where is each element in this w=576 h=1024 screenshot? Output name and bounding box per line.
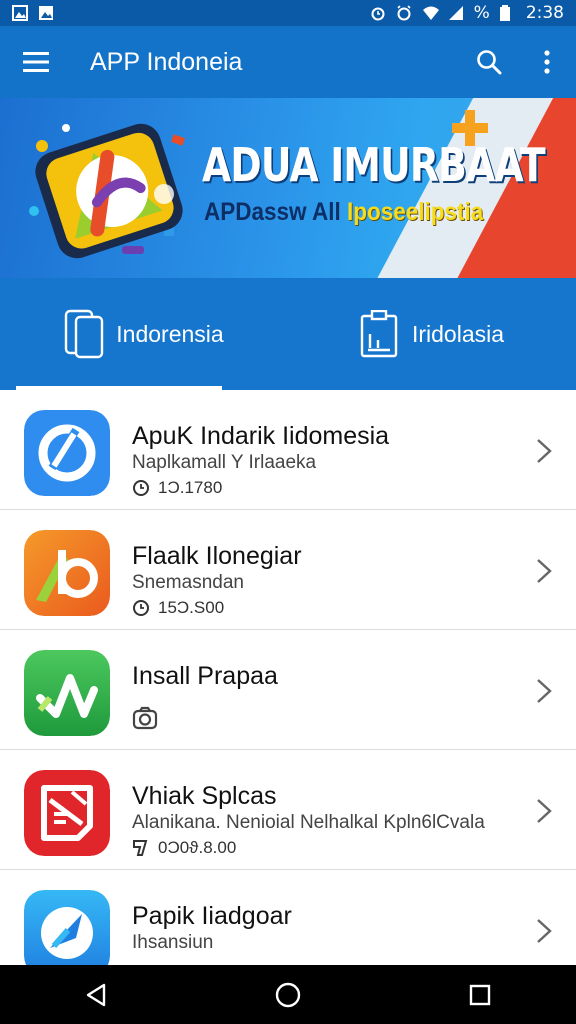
app-name: Papik Iiadgoar: [132, 902, 292, 930]
camera-icon: [132, 706, 158, 730]
app-name: Vhiak Splcas: [132, 782, 277, 810]
chevron-right-icon: [537, 799, 552, 823]
app-name: Flaalk Ilonegiar: [132, 542, 302, 570]
tag-icon: [133, 840, 148, 856]
app-meta-value: 1Ɔ.1780: [158, 478, 223, 497]
app-meta: 0Ɔ0ϑ.8.00: [132, 838, 236, 858]
battery-icon: [499, 5, 516, 21]
tab-iridolasia[interactable]: Iridolasia: [288, 278, 576, 390]
phone-tab-icon: [65, 309, 104, 359]
more-vert-icon: [544, 50, 550, 74]
clock-icon: [133, 480, 149, 496]
image-notification-icon: [38, 5, 54, 21]
recents-square-icon: [469, 984, 491, 1005]
system-nav-bar: [0, 965, 576, 1024]
list-item-app-5[interactable]: Papik Iiadgoar Ihsansiun: [0, 870, 576, 965]
wifi-icon: [422, 5, 439, 21]
menu-button[interactable]: [0, 26, 72, 98]
back-triangle-icon: [86, 983, 106, 1006]
chevron-right-icon: [537, 919, 552, 943]
app-logo-icon: [24, 650, 110, 736]
list-item-app-2[interactable]: Flaalk Ilonegiar Snemasndan 15Ɔ.S00: [0, 510, 576, 630]
banner-plus-icon: [452, 110, 488, 146]
chevron-right-icon: [537, 439, 552, 463]
app-title: APP Indoneia: [90, 47, 243, 76]
banner-headline: ADUA IMURBAAT: [202, 138, 546, 192]
app-meta: 15Ɔ.S00: [132, 598, 224, 618]
signal-icon: [448, 5, 464, 21]
app-subtitle: Snemasndan: [132, 572, 244, 593]
list-item-app-3[interactable]: Insall Prapaa: [0, 630, 576, 750]
home-button[interactable]: [258, 965, 318, 1024]
status-bar: % 2:38: [0, 0, 576, 26]
hamburger-icon: [23, 52, 49, 72]
app-logo-icon: [24, 530, 110, 616]
banner-logo-illustration: [29, 123, 186, 259]
tab-label-indorensia: Indorensia: [116, 320, 224, 347]
app-name: Insall Prapaa: [132, 662, 278, 690]
search-icon: [477, 50, 502, 75]
overflow-menu-button[interactable]: [518, 26, 576, 98]
promo-banner[interactable]: ADUA IMURBAAT APDassw All Iposeelipstia: [0, 98, 576, 278]
app-logo-icon: [24, 890, 110, 965]
tab-label-iridolasia: Iridolasia: [411, 320, 505, 347]
chevron-right-icon: [537, 559, 552, 583]
app-subtitle: Ihsansiun: [132, 932, 214, 953]
app-logo-icon: [24, 410, 110, 496]
tab-bar: Indorensia Iridolasia: [0, 278, 576, 390]
recents-button[interactable]: [450, 965, 510, 1024]
chevron-right-icon: [537, 679, 552, 703]
back-button[interactable]: [66, 965, 126, 1024]
app-logo-icon: [24, 770, 110, 856]
search-button[interactable]: [460, 26, 518, 98]
clock-icon: [133, 600, 149, 616]
gallery-notification-icon: [12, 5, 28, 21]
banner-subline-part1: APDassw All: [204, 198, 347, 226]
tab-indorensia[interactable]: Indorensia: [0, 278, 288, 390]
list-item-app-4[interactable]: Vhiak Splcas Alanikana. Nenioial Nelhalk…: [0, 750, 576, 870]
clipboard-tab-icon: [360, 310, 398, 358]
battery-text: %: [473, 3, 490, 23]
app-list: ApuK Indarik Iidomesia Naplkamall Y Irla…: [0, 390, 576, 965]
alarm-clock-icon: [396, 5, 412, 21]
alarm-icon: [370, 5, 386, 21]
banner-subline: APDassw All Iposeelipstia: [204, 198, 483, 227]
app-name: ApuK Indarik Iidomesia: [132, 422, 390, 450]
app-subtitle: Naplkamall Y Irlaaeka: [132, 452, 317, 473]
app-meta-value: 0Ɔ0ϑ.8.00: [158, 838, 237, 857]
home-circle-icon: [275, 982, 301, 1007]
list-item-app-1[interactable]: ApuK Indarik Iidomesia Naplkamall Y Irla…: [0, 390, 576, 510]
app-meta: 1Ɔ.1780: [132, 478, 222, 498]
app-meta: [132, 706, 158, 730]
clock: 2:38: [525, 3, 564, 23]
app-meta-value: 15Ɔ.S00: [158, 598, 225, 617]
app-bar: APP Indoneia: [0, 26, 576, 98]
banner-subline-part2: Iposeelipstia: [346, 198, 484, 226]
app-subtitle: Alanikana. Nenioial Nelhalkal Kpln6lCval…: [132, 812, 485, 833]
